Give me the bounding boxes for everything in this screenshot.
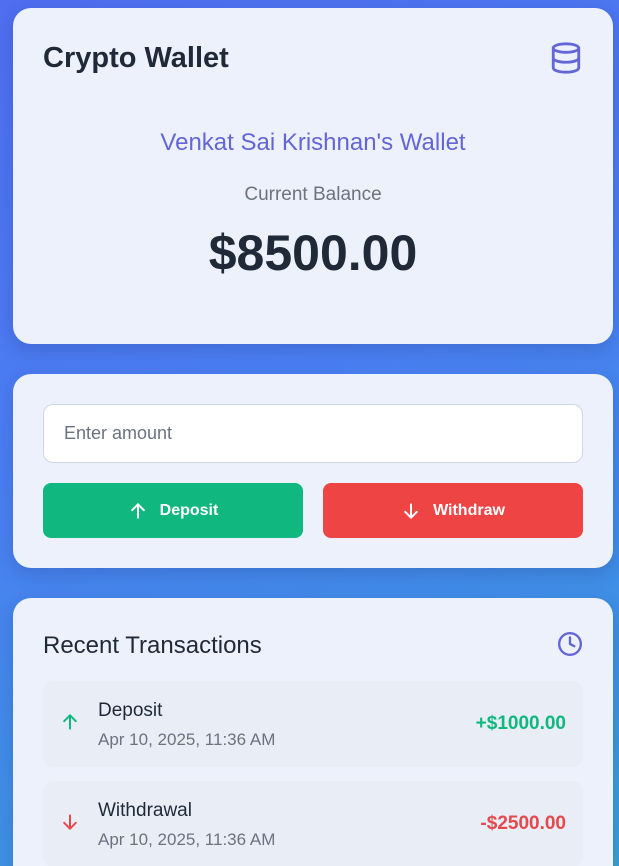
transaction-date: Apr 10, 2025, 11:36 AM: [98, 730, 276, 749]
transaction-type: Deposit: [98, 700, 163, 721]
deposit-button[interactable]: Deposit: [43, 483, 303, 538]
deposit-button-label: Deposit: [159, 501, 219, 519]
withdraw-button[interactable]: Withdraw: [323, 483, 583, 538]
action-card: Deposit Withdraw: [13, 374, 613, 568]
transaction-item: Deposit Apr 10, 2025, 11:36 AM +$1000.00: [43, 681, 583, 767]
wallet-owner-name: Venkat Sai Krishnan's Wallet: [160, 129, 466, 156]
arrow-up-icon: [128, 501, 148, 521]
amount-input[interactable]: [43, 404, 583, 463]
transaction-amount: -$2500.00: [480, 813, 566, 834]
balance-label: Current Balance: [244, 184, 382, 205]
wallet-title: Crypto Wallet: [43, 42, 229, 74]
withdraw-button-label: Withdraw: [433, 501, 505, 519]
arrow-down-icon: [401, 501, 421, 521]
transaction-type: Withdrawal: [98, 800, 192, 821]
transaction-item: Withdrawal Apr 10, 2025, 11:36 AM -$2500…: [43, 781, 583, 866]
transactions-title: Recent Transactions: [43, 632, 262, 659]
transaction-date: Apr 10, 2025, 11:36 AM: [98, 830, 276, 849]
transactions-card: Recent Transactions Deposit Apr 10, 2025…: [13, 598, 613, 866]
wallet-card: Crypto Wallet Venkat Sai Krishnan's Wall…: [13, 8, 613, 344]
transaction-amount: +$1000.00: [475, 713, 566, 734]
balance-value: $8500.00: [208, 225, 418, 281]
